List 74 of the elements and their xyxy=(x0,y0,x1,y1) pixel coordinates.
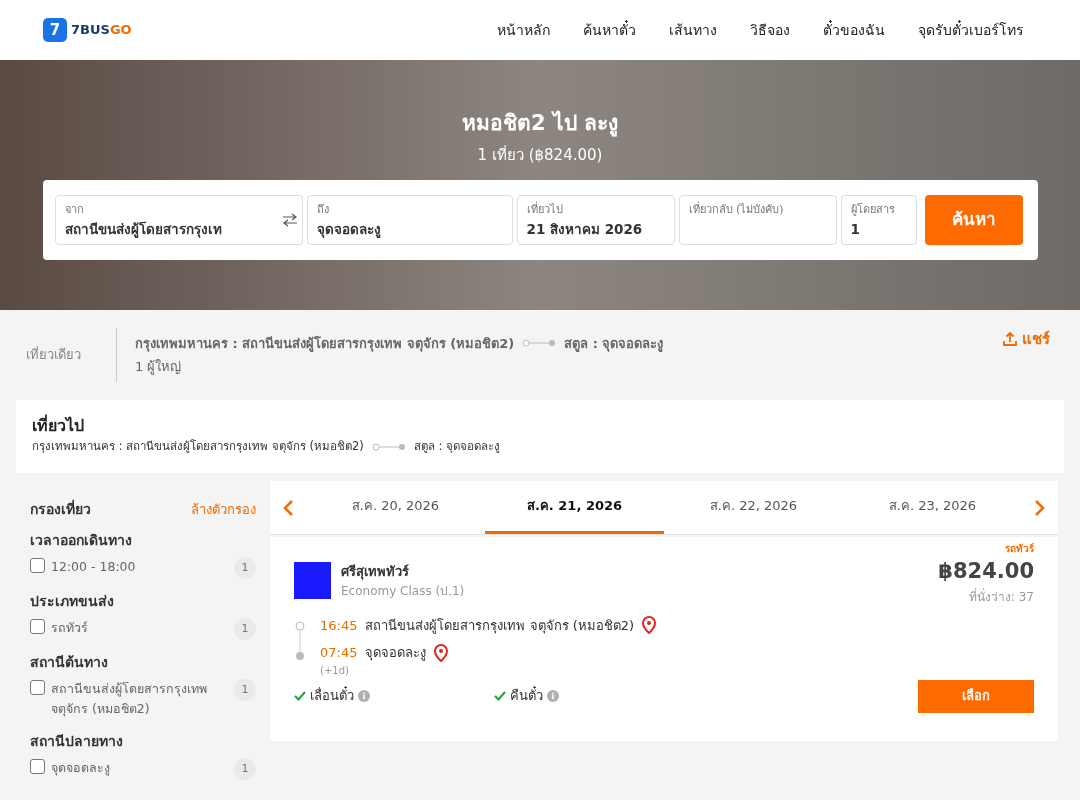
nav-link[interactable]: หน้าหลัก xyxy=(497,19,550,41)
checkbox[interactable] xyxy=(30,619,45,634)
vehicle-tag: รถทัวร์ xyxy=(1005,541,1034,556)
count-badge: 1 xyxy=(234,618,256,640)
map-pin-icon xyxy=(434,643,449,662)
filter-title: กรองเที่ยว xyxy=(30,499,91,519)
passenger-count: 1 ผู้ใหญ่ xyxy=(135,358,183,377)
nav-link[interactable]: เส้นทาง xyxy=(669,19,717,41)
nav-link[interactable]: ค้นหาตั๋ว xyxy=(583,19,636,41)
filter-option-label: จุดจอดละงู xyxy=(51,759,111,778)
search-field[interactable]: ถึง จุดจอดละงู xyxy=(306,195,513,245)
nav-link[interactable]: ตั๋วของฉัน xyxy=(823,19,885,41)
logo-text: 7BUSGO xyxy=(71,21,132,40)
trip-type: เที่ยวเดียว xyxy=(26,345,82,365)
swap-icon[interactable] xyxy=(281,213,298,227)
field-label: เที่ยวกลับ (ไม่บังคับ) xyxy=(688,202,785,218)
outbound-title: เที่ยวไป xyxy=(32,414,85,437)
search-field[interactable]: เที่ยวกลับ (ไม่บังคับ) xyxy=(678,195,837,245)
search-field[interactable]: จาก สถานีขนส่งผู้โดยสารกรุงเท xyxy=(54,195,303,245)
count-badge: 1 xyxy=(234,557,256,579)
feature-label: เลื่อนตั๋ว xyxy=(310,686,354,706)
date-tab[interactable]: ส.ค. 20, 2026 xyxy=(306,481,485,534)
count-badge: 1 xyxy=(234,679,256,701)
operator-name: ศรีสุเทพทัวร์ xyxy=(341,563,410,582)
filter-group-title: สถานีปลายทาง xyxy=(30,732,124,751)
checkbox[interactable] xyxy=(30,680,45,695)
route-origin: กรุงเทพมหานคร : สถานีขนส่งผู้โดยสารกรุงเทพ จตุจักร (หมอชิต2) xyxy=(135,334,515,353)
hero-subtitle: 1 เที่ยว (฿824.00) xyxy=(477,144,603,166)
field-value: จุดจอดละงู xyxy=(316,219,382,239)
arrival-time: 07:45 xyxy=(320,644,358,662)
departure-station: สถานีขนส่งผู้โดยสารกรุงเทพ จตุจักร (หมอชิต2) xyxy=(365,616,635,635)
field-label: ถึง xyxy=(316,202,330,218)
filter-group-title: ประเภทขนส่ง xyxy=(30,592,115,611)
field-label: จาก xyxy=(64,202,85,218)
filter-option-label: รถทัวร์ xyxy=(51,619,89,637)
field-value: 1 xyxy=(850,219,861,239)
route-origin: กรุงเทพมหานคร : สถานีขนส่งผู้โดยสารกรุงเทพ จตุจักร (หมอชิต2) xyxy=(32,438,364,455)
filter-option-label: 12:00 - 18:00 xyxy=(51,558,137,576)
info-icon xyxy=(547,690,559,702)
count-badge: 1 xyxy=(234,758,256,780)
route-connector-icon xyxy=(522,339,557,348)
field-value: สถานีขนส่งผู้โดยสารกรุงเท xyxy=(64,219,223,239)
search-field[interactable]: เที่ยวไป 21 สิงหาคม 2026 xyxy=(516,195,675,245)
checkbox[interactable] xyxy=(30,759,45,774)
nav-link[interactable]: วิธีจอง xyxy=(750,19,790,41)
arrival-station: จุดจอดละงู xyxy=(365,644,427,663)
field-label: ผู้โดยสาร xyxy=(850,202,896,218)
price: ฿824.00 xyxy=(938,558,1034,585)
info-icon xyxy=(358,690,370,702)
search-field[interactable]: ผู้โดยสาร 1 xyxy=(840,195,917,245)
date-tab[interactable]: ส.ค. 22, 2026 xyxy=(664,481,843,534)
nav-link[interactable]: จุดรับตั๋วเบอร์โทร xyxy=(918,19,1024,41)
date-tab[interactable]: ส.ค. 21, 2026 xyxy=(485,481,664,534)
route-destination: สตูล : จุดจอดละงู xyxy=(413,438,500,455)
route-destination: สตูล : จุดจอดละงู xyxy=(564,334,664,353)
departure-time: 16:45 xyxy=(320,616,358,635)
share-icon xyxy=(1002,331,1018,348)
field-value: 21 สิงหาคม 2026 xyxy=(526,219,644,239)
field-label: เที่ยวไป xyxy=(526,202,564,218)
filter-group-title: สถานีต้นทาง xyxy=(30,653,109,672)
checkbox[interactable] xyxy=(30,558,45,573)
filter-option-label: สถานีขนส่งผู้โดยสารกรุงเทพ จตุจักร (หมอชิต2) xyxy=(51,680,208,719)
filter-group-title: เวลาออกเดินทาง xyxy=(30,531,133,550)
map-pin-icon xyxy=(642,616,657,635)
hero-title: หมอชิต2 ไป ละงู xyxy=(461,109,619,139)
feature-label: คืนตั๋ว xyxy=(510,686,543,706)
day-offset: (+1d) xyxy=(320,663,350,678)
seats-available: ที่นั่งว่าง: 37 xyxy=(968,587,1034,606)
logo-mark: 7 xyxy=(43,18,67,42)
bus-class: Economy Class (ป.1) xyxy=(341,582,465,600)
operator-logo xyxy=(294,562,331,600)
timeline-drawing xyxy=(294,620,306,661)
date-tab[interactable]: ส.ค. 23, 2026 xyxy=(843,481,1022,534)
route-connector-icon xyxy=(371,442,406,451)
